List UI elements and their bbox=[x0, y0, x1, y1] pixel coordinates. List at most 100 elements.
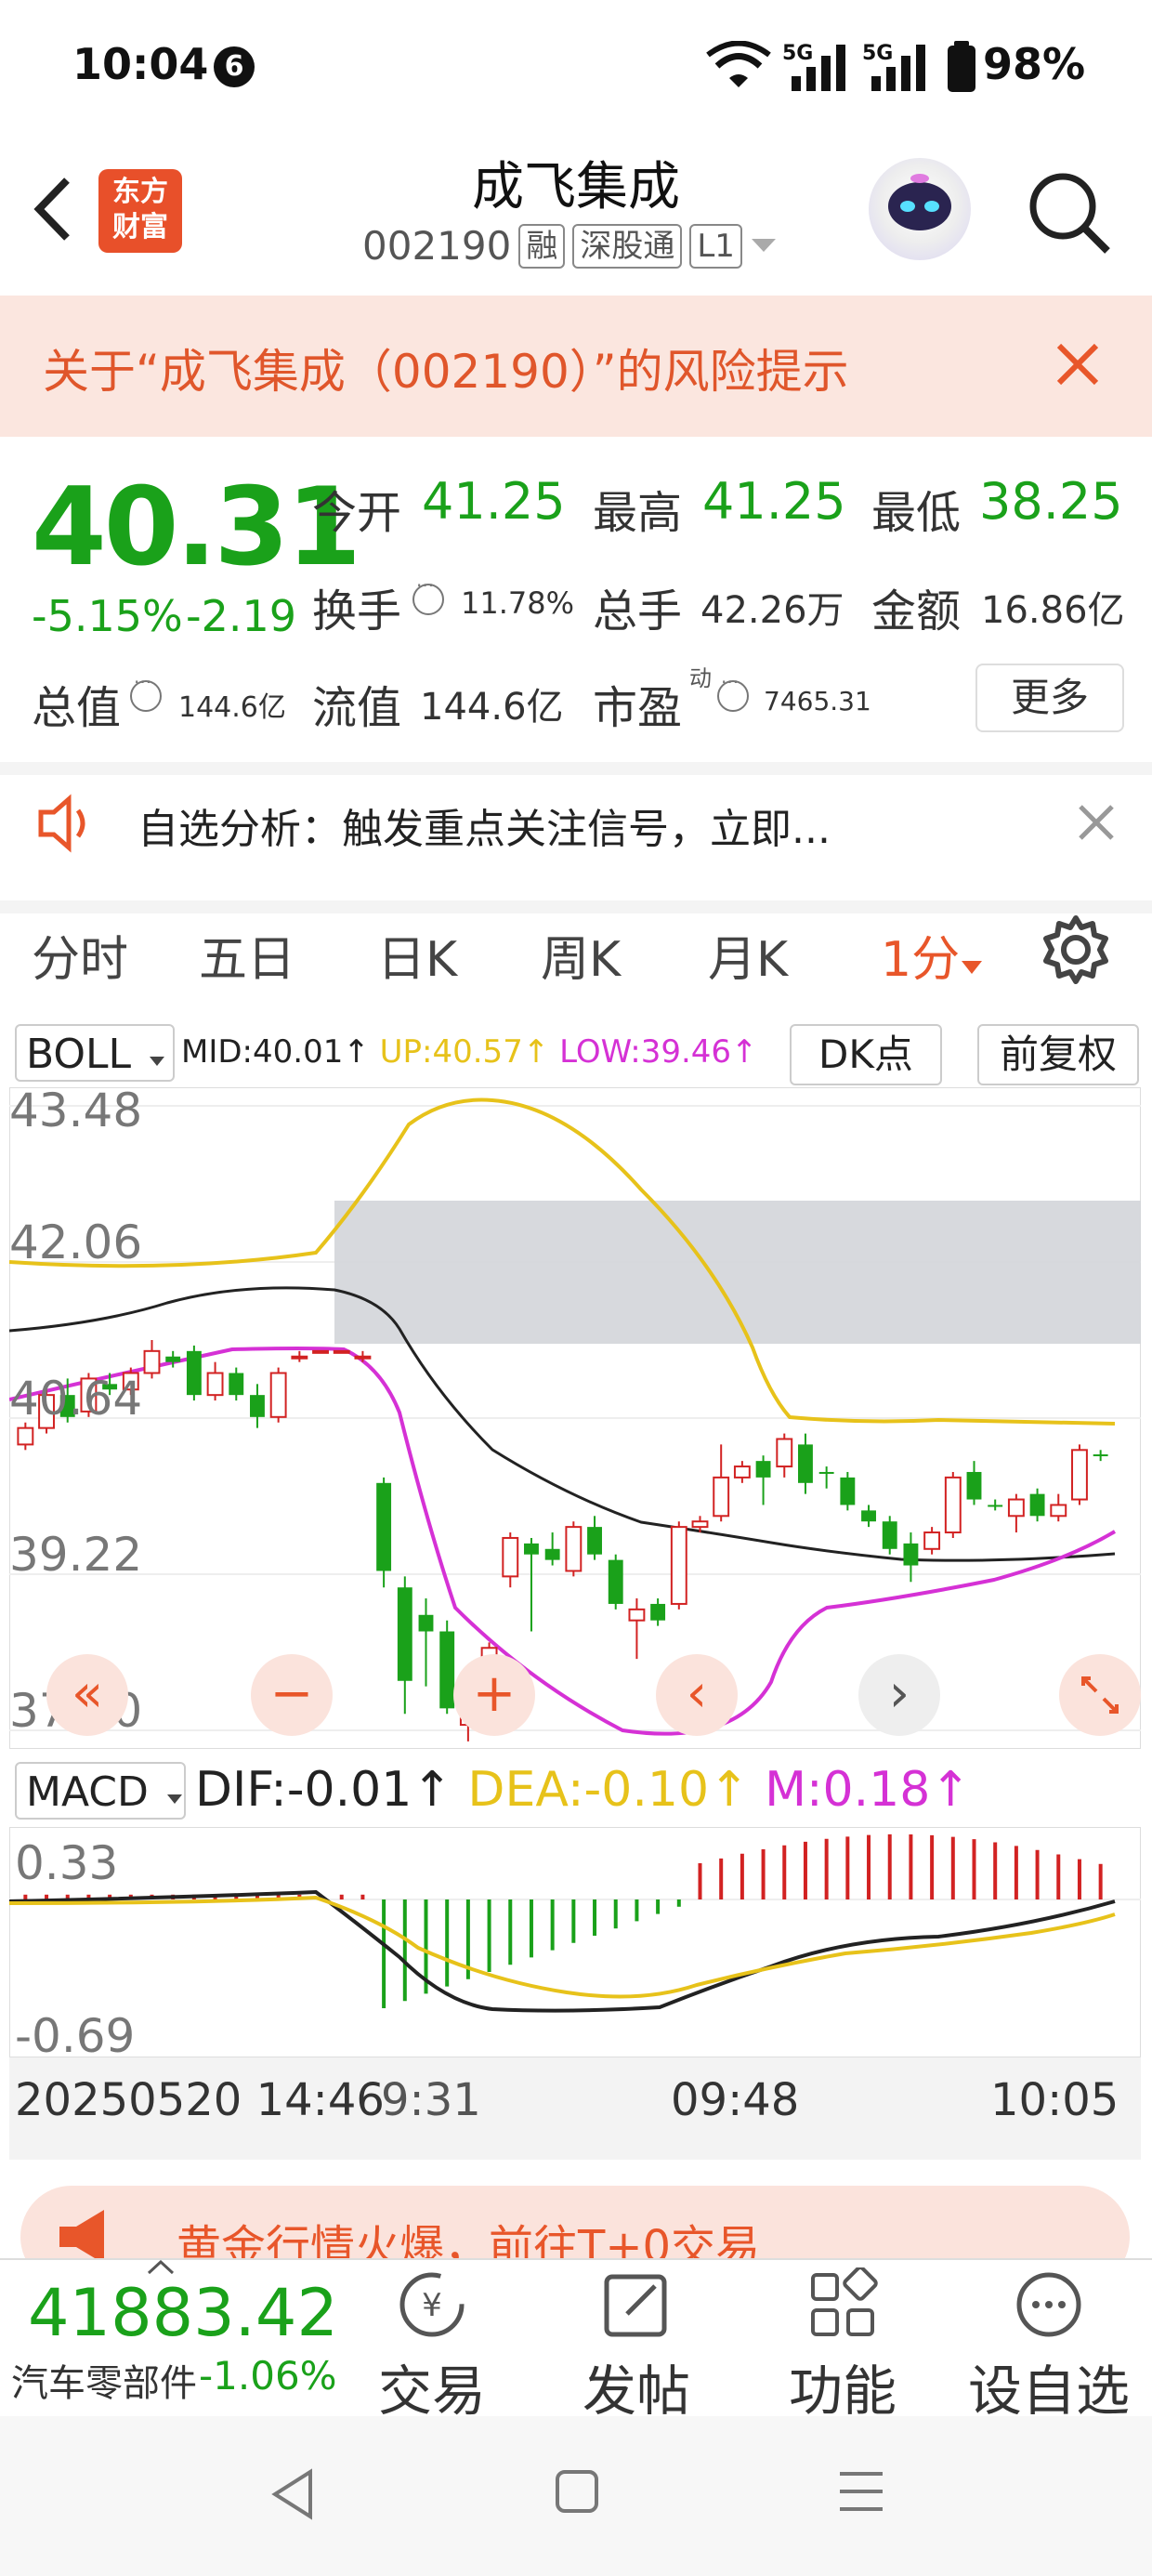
candle-body bbox=[229, 1373, 244, 1396]
boll-mid: MID:40.01↑ bbox=[181, 1033, 370, 1071]
y-tick-label: 39.22 bbox=[9, 1528, 142, 1582]
system-nav-bar bbox=[0, 2416, 1152, 2576]
x-label-start: 20250520 14:46 bbox=[15, 2074, 385, 2126]
expand-up-icon[interactable] bbox=[147, 2260, 175, 2275]
candle-body bbox=[376, 1482, 392, 1571]
market-cap-label: 总值 bbox=[32, 682, 122, 734]
candle-body bbox=[544, 1548, 560, 1560]
candle-body bbox=[17, 1426, 34, 1446]
macd-dea: DEA:-0.10↑ bbox=[467, 1762, 750, 1818]
minus-icon: − bbox=[269, 1663, 314, 1724]
float-cap-value: 144.6亿 bbox=[420, 686, 564, 729]
alert-close-icon[interactable] bbox=[1073, 799, 1119, 846]
float-cap-label: 流值 bbox=[312, 682, 402, 734]
candle-body bbox=[1071, 1449, 1088, 1501]
candle-body bbox=[502, 1536, 519, 1578]
risk-warning-text[interactable]: 关于“成飞集成（002190）”的风险提示 bbox=[43, 335, 849, 401]
x-label-1: 9:31 bbox=[381, 2074, 481, 2126]
open-label: 今开 bbox=[312, 487, 402, 539]
chevron-down-icon bbox=[166, 1794, 182, 1804]
adjustment-button[interactable]: 前复权 bbox=[977, 1024, 1139, 1085]
candle-body bbox=[650, 1603, 666, 1621]
tab-monthly-k[interactable]: 月K bbox=[708, 920, 788, 990]
tag-level: L1 bbox=[689, 223, 742, 269]
alert-text[interactable]: 自选分析：触发重点关注信号，立即... bbox=[137, 795, 831, 855]
battery-icon bbox=[948, 41, 975, 92]
tab-daily-k[interactable]: 日K bbox=[377, 920, 457, 990]
pe-info-icon[interactable] bbox=[717, 671, 753, 712]
signal-label-2: 5G bbox=[862, 42, 893, 65]
fullscreen-button[interactable] bbox=[1059, 1654, 1141, 1736]
assistant-avatar[interactable] bbox=[869, 158, 971, 260]
nav-back-icon[interactable] bbox=[268, 2466, 318, 2522]
nav-home-icon[interactable] bbox=[554, 2468, 600, 2515]
scroll-left-button[interactable]: ‹ bbox=[656, 1654, 738, 1736]
search-button[interactable] bbox=[1022, 165, 1115, 258]
sector-index-change[interactable]: -1.06% bbox=[199, 2353, 337, 2399]
macd-select[interactable]: MACD bbox=[15, 1762, 186, 1820]
volume-value: 42.26万 bbox=[700, 589, 844, 632]
tab-weekly-k[interactable]: 周K bbox=[541, 920, 621, 990]
change-percent: -5.15% bbox=[32, 591, 183, 641]
boll-values: MID:40.01↑ UP:40.57↑ LOW:39.46↑ bbox=[181, 1033, 758, 1071]
macd-m: M:0.18↑ bbox=[765, 1762, 971, 1818]
settings-gear-icon[interactable] bbox=[1039, 913, 1113, 987]
dk-point-button[interactable]: DK点 bbox=[790, 1024, 942, 1085]
candle-body bbox=[903, 1543, 919, 1566]
add-watchlist-button[interactable]: 设自选 bbox=[961, 2267, 1137, 2425]
indicator-select[interactable]: BOLL bbox=[15, 1024, 175, 1082]
chevron-left-icon: ‹ bbox=[686, 1663, 708, 1724]
tab-five-day[interactable]: 五日 bbox=[199, 920, 295, 990]
candle-body bbox=[165, 1356, 181, 1362]
stock-code-row[interactable]: 002190 融 深股通 L1 bbox=[362, 223, 778, 269]
candle-body bbox=[670, 1526, 687, 1605]
high-label: 最高 bbox=[593, 487, 683, 539]
macd-values: DIF:-0.01↑ DEA:-0.10↑ M:0.18↑ bbox=[195, 1762, 971, 1818]
candle-body bbox=[755, 1461, 771, 1478]
candle-body bbox=[1029, 1493, 1045, 1517]
functions-button[interactable]: 功能 bbox=[754, 2266, 931, 2425]
tab-dropdown-icon bbox=[962, 961, 983, 974]
candlestick-chart[interactable]: 43.4842.0640.6439.2237.80 bbox=[9, 1087, 1141, 1749]
turnover-info-icon[interactable] bbox=[412, 574, 448, 615]
nav-menu-icon[interactable] bbox=[836, 2468, 886, 2515]
candle-body bbox=[291, 1355, 308, 1360]
post-label: 发帖 bbox=[582, 2359, 690, 2423]
post-button[interactable]: 发帖 bbox=[548, 2267, 725, 2425]
macd-chart[interactable]: 0.33 -0.69 bbox=[9, 1827, 1141, 2057]
candle-body bbox=[944, 1476, 962, 1534]
candle-body bbox=[966, 1471, 982, 1500]
macd-dif: DIF:-0.01↑ bbox=[195, 1762, 452, 1818]
zoom-in-button[interactable]: + bbox=[453, 1654, 535, 1736]
x-label-3: 10:05 bbox=[990, 2074, 1119, 2126]
candle-body bbox=[143, 1349, 161, 1374]
stock-code: 002190 bbox=[362, 223, 512, 269]
more-button[interactable]: 更多 bbox=[975, 664, 1124, 732]
candle-body bbox=[713, 1476, 730, 1518]
robot-icon bbox=[888, 174, 951, 230]
trade-button[interactable]: ¥ 交易 bbox=[344, 2267, 520, 2425]
tab-intraday[interactable]: 分时 bbox=[32, 920, 128, 990]
status-bar: 10:04 6 5G 5G 98% bbox=[0, 0, 1152, 139]
sector-index-value[interactable]: 41883.42 bbox=[28, 2275, 338, 2351]
candle-body bbox=[397, 1587, 412, 1681]
pe-value: 7465.31 bbox=[764, 686, 871, 716]
mcap-info-icon[interactable] bbox=[130, 671, 165, 712]
clock: 10:04 bbox=[72, 39, 209, 89]
notification-badge: 6 bbox=[214, 46, 255, 87]
grid-icon bbox=[811, 2266, 878, 2336]
candle-body bbox=[798, 1444, 813, 1483]
risk-close-icon[interactable] bbox=[1050, 336, 1106, 392]
high-value: 41.25 bbox=[702, 472, 846, 531]
candle-body bbox=[988, 1505, 1003, 1507]
add-watchlist-label: 设自选 bbox=[967, 2359, 1130, 2423]
scroll-start-button[interactable]: « bbox=[46, 1654, 128, 1736]
x-label-2: 09:48 bbox=[671, 2074, 800, 2126]
scroll-right-button[interactable]: › bbox=[858, 1654, 940, 1736]
signal-label-1: 5G bbox=[782, 42, 813, 65]
tab-1min[interactable]: 1分 bbox=[881, 920, 984, 990]
zoom-out-button[interactable]: − bbox=[251, 1654, 333, 1736]
indicator-select-label: BOLL bbox=[26, 1031, 132, 1078]
sector-index-name[interactable]: 汽车零部件 bbox=[11, 2353, 197, 2407]
pe-label: 市盈 bbox=[593, 682, 683, 734]
